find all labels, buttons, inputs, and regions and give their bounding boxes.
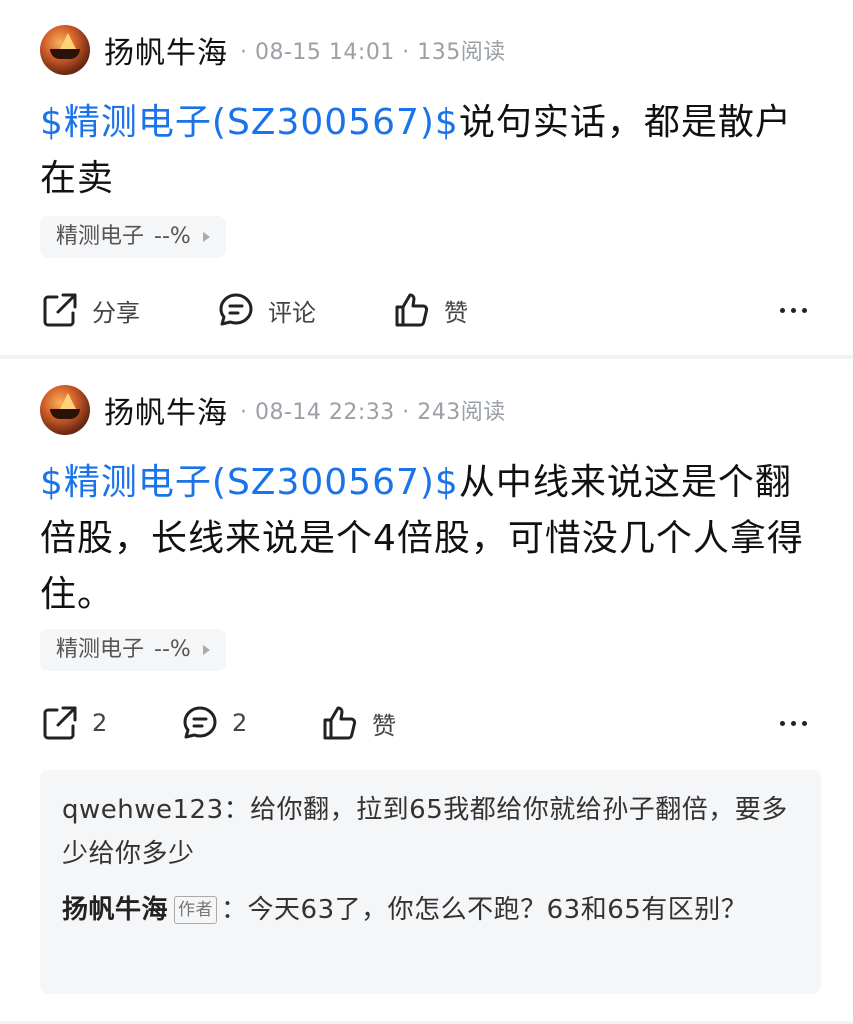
post-content[interactable]: $精测电子(SZ300567)$说句实话，都是散户在卖 — [40, 95, 813, 207]
feed: 扬帆牛海 · 08-15 14:01 · 135阅读 $精测电子(SZ30056… — [0, 0, 853, 1021]
play-arrow-icon — [202, 645, 210, 655]
avatar[interactable] — [40, 25, 90, 75]
like-button[interactable]: 赞 — [320, 703, 396, 743]
stock-tag-name: 精测电子 — [56, 637, 145, 662]
stock-link[interactable]: $精测电子(SZ300567)$ — [40, 102, 459, 143]
play-arrow-icon — [202, 232, 210, 242]
share-label: 分享 — [92, 298, 140, 327]
avatar[interactable] — [40, 385, 90, 435]
post-meta: · 08-14 22:33 · 243阅读 — [240, 400, 506, 425]
stock-tag[interactable]: 精测电子 --% — [40, 216, 226, 258]
reply-separator: ： — [223, 795, 251, 825]
like-label: 赞 — [444, 298, 468, 327]
reply-author[interactable]: 扬帆牛海 — [62, 895, 168, 925]
post-header: 扬帆牛海 · 08-15 14:01 · 135阅读 — [40, 25, 506, 75]
post-header: 扬帆牛海 · 08-14 22:33 · 243阅读 — [40, 385, 506, 435]
reply-item[interactable]: 扬帆牛海 作者 ：今天63了，你怎么不跑？63和65有区别？ — [62, 888, 801, 932]
stock-tag-change: --% — [154, 224, 191, 249]
share-count: 2 — [92, 709, 108, 737]
like-button[interactable]: 赞 — [392, 290, 468, 330]
post-card[interactable]: 扬帆牛海 · 08-14 22:33 · 243阅读 $精测电子(SZ30056… — [0, 359, 853, 1021]
share-button[interactable]: 2 — [40, 703, 107, 743]
author-badge: 作者 — [174, 896, 218, 924]
like-label: 赞 — [372, 711, 396, 740]
share-icon — [43, 706, 77, 740]
comment-icon — [219, 293, 253, 326]
share-button[interactable]: 分享 — [40, 290, 140, 330]
more-icon[interactable] — [773, 288, 813, 332]
reply-separator: ： — [221, 895, 248, 925]
stock-link[interactable]: $精测电子(SZ300567)$ — [40, 462, 459, 503]
post-meta: · 08-15 14:01 · 135阅读 — [240, 40, 506, 65]
action-bar: 2 2 赞 — [40, 701, 813, 745]
stock-tag-name: 精测电子 — [56, 224, 145, 249]
author-name[interactable]: 扬帆牛海 — [104, 388, 228, 432]
comment-icon — [183, 706, 217, 739]
reply-item[interactable]: qwehwe123：给你翻，拉到65我都给你就给孙子翻倍，要多少给你多少 — [62, 788, 801, 876]
share-icon — [43, 293, 77, 327]
comment-label: 评论 — [268, 298, 316, 327]
stock-tag[interactable]: 精测电子 --% — [40, 629, 226, 671]
reply-text: 今天63了，你怎么不跑？63和65有区别？ — [247, 895, 748, 925]
comment-button[interactable]: 评论 — [216, 290, 316, 330]
stock-tag-change: --% — [154, 637, 191, 662]
comment-count: 2 — [232, 709, 248, 737]
more-icon[interactable] — [773, 701, 813, 745]
thumbs-up-icon — [323, 706, 357, 740]
thumbs-up-icon — [395, 293, 429, 327]
action-bar: 分享 评论 赞 — [40, 288, 813, 332]
post-content[interactable]: $精测电子(SZ300567)$从中线来说这是个翻倍股，长线来说是个4倍股，可惜… — [40, 455, 813, 623]
post-card[interactable]: 扬帆牛海 · 08-15 14:01 · 135阅读 $精测电子(SZ30056… — [0, 0, 853, 355]
comment-button[interactable]: 2 — [180, 703, 247, 743]
reply-author[interactable]: qwehwe123 — [62, 795, 224, 825]
comment-preview[interactable]: qwehwe123：给你翻，拉到65我都给你就给孙子翻倍，要多少给你多少 扬帆牛… — [40, 770, 821, 994]
author-name[interactable]: 扬帆牛海 — [104, 28, 228, 72]
